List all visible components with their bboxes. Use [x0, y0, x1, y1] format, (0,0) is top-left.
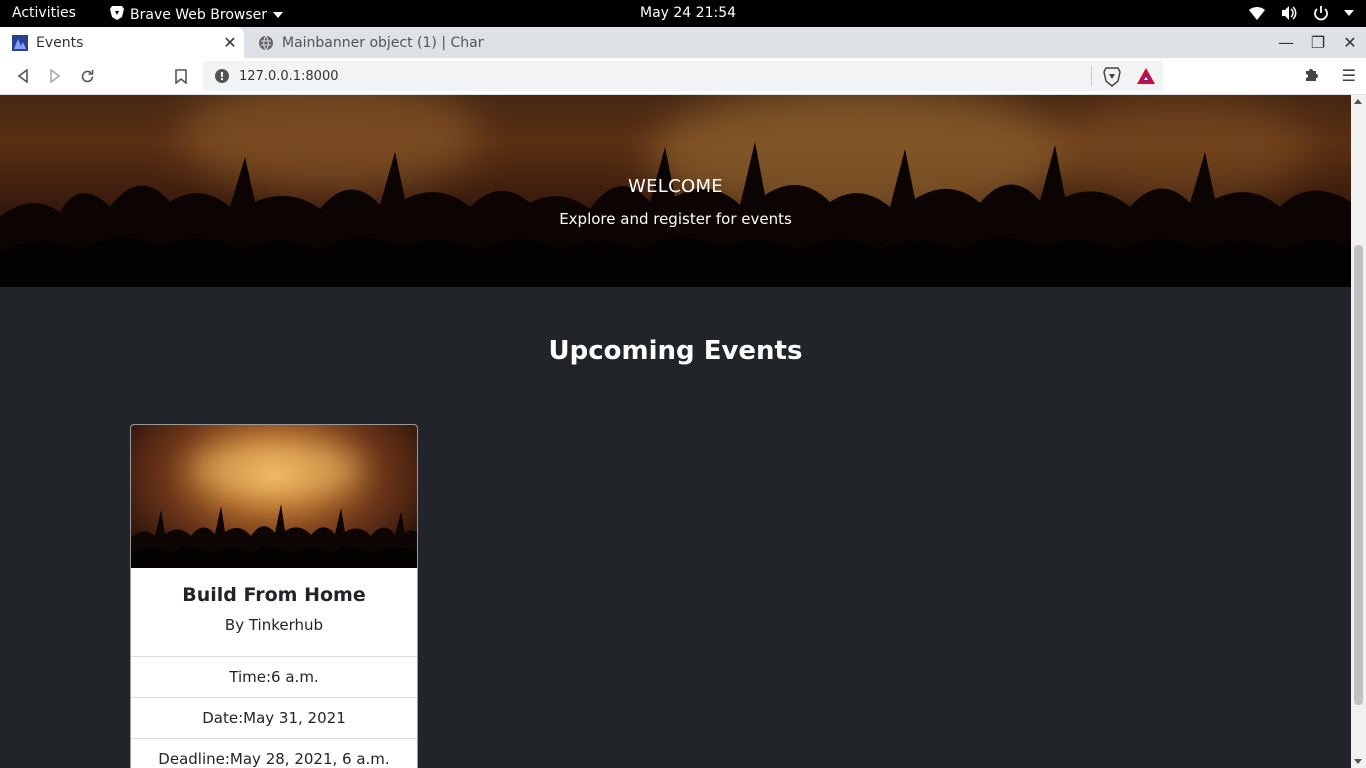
tab-events[interactable]: Events ✕: [0, 27, 244, 58]
crowd-silhouette: [131, 504, 417, 568]
page-content: WELCOME Explore and register for events …: [0, 95, 1351, 768]
tab-title: Events: [36, 34, 84, 51]
scroll-down-icon[interactable]: [1354, 759, 1362, 764]
close-window-icon[interactable]: ✕: [1334, 33, 1366, 52]
extensions-icon[interactable]: [1304, 66, 1320, 86]
clock[interactable]: May 24 21:54: [640, 5, 736, 21]
power-icon: [1312, 4, 1330, 22]
volume-icon: [1280, 4, 1298, 22]
brave-lion-icon: [110, 5, 124, 25]
event-date: Date:May 31, 2021: [131, 697, 417, 738]
bookmark-icon[interactable]: [170, 65, 192, 87]
hero-title: WELCOME: [628, 176, 723, 197]
reload-icon[interactable]: [76, 65, 98, 87]
events-favicon-icon: [12, 34, 28, 51]
section-title: Upcoming Events: [548, 336, 803, 366]
event-image: [131, 425, 417, 568]
tab-mainbanner[interactable]: Mainbanner object (1) | Chang: [246, 27, 484, 58]
chevron-down-icon: [1344, 10, 1354, 16]
site-info-icon[interactable]: !: [215, 69, 229, 83]
tab-title: Mainbanner object (1) | Chang: [282, 34, 484, 51]
toolbar-right-buttons: ☰: [1304, 66, 1356, 86]
divider: [1091, 66, 1092, 86]
app-menu[interactable]: Brave Web Browser: [110, 5, 283, 25]
wifi-icon: [1248, 4, 1266, 22]
brave-shields-icon[interactable]: [1103, 67, 1121, 91]
event-deadline: Deadline:May 28, 2021, 6 a.m.: [131, 738, 417, 768]
brave-rewards-icon[interactable]: [1136, 67, 1156, 89]
globe-icon: [258, 35, 274, 51]
minimize-icon[interactable]: —: [1270, 33, 1302, 52]
url-text: 127.0.0.1:8000: [239, 68, 339, 84]
scrollbar-thumb[interactable]: [1354, 245, 1363, 705]
page-scrollbar[interactable]: [1351, 95, 1366, 768]
event-organizer: By Tinkerhub: [224, 616, 324, 634]
stage-light: [191, 440, 361, 500]
forward-icon[interactable]: [44, 65, 66, 87]
address-bar[interactable]: ! 127.0.0.1:8000: [203, 61, 1163, 91]
tab-strip: Events ✕ Mainbanner object (1) | Chang +: [0, 27, 1366, 79]
chevron-down-icon: [273, 12, 283, 18]
close-tab-icon[interactable]: ✕: [222, 33, 238, 52]
system-tray[interactable]: [1248, 4, 1354, 22]
window-controls: — ❐ ✕: [1270, 27, 1366, 58]
event-card[interactable]: Build From Home By Tinkerhub Time:6 a.m.…: [130, 424, 418, 768]
event-card-body: Build From Home By Tinkerhub: [131, 568, 417, 656]
scroll-up-icon[interactable]: [1354, 99, 1362, 104]
hero-banner: WELCOME Explore and register for events: [0, 95, 1351, 287]
maximize-icon[interactable]: ❐: [1302, 33, 1334, 52]
back-icon[interactable]: [12, 65, 34, 87]
app-menu-label: Brave Web Browser: [130, 7, 267, 23]
hero-subtitle: Explore and register for events: [559, 210, 792, 228]
activities-button[interactable]: Activities: [12, 5, 76, 21]
event-title: Build From Home: [182, 584, 366, 606]
system-top-bar: Activities Brave Web Browser May 24 21:5…: [0, 0, 1366, 27]
event-time: Time:6 a.m.: [131, 656, 417, 697]
menu-icon[interactable]: ☰: [1342, 66, 1356, 86]
browser-toolbar: ! 127.0.0.1:8000 ☰: [0, 58, 1366, 95]
